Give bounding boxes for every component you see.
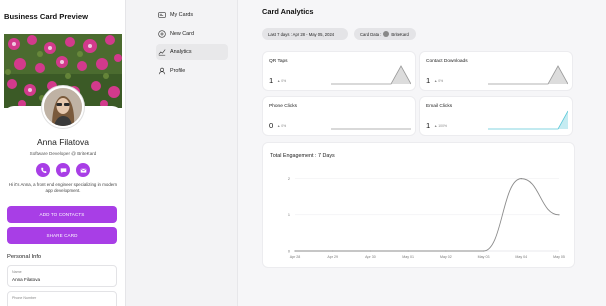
nav-label-analytics: Analytics: [170, 49, 192, 55]
engagement-chart-card: Total Engagement : 7 Days 0 1 2 Apr 28 Apr 2…: [262, 142, 575, 268]
nav-item-profile[interactable]: Profile: [156, 63, 228, 79]
sparkline: [488, 110, 568, 130]
plus-circle-icon: [158, 30, 166, 38]
y-tick-label: 1: [288, 213, 290, 217]
share-card-button[interactable]: SHARE CARD: [7, 227, 117, 244]
name-field-label: Name: [12, 270, 22, 274]
x-tick-label: May 03: [478, 255, 490, 259]
stat-value: 0: [269, 121, 274, 130]
contact-icons: [36, 163, 90, 177]
sparkline-area: [488, 111, 568, 129]
data-point: [445, 250, 447, 252]
card-icon: [158, 12, 166, 18]
chart-icon: [158, 49, 166, 56]
email-icon[interactable]: [76, 163, 90, 177]
x-tick-label: Apr 29: [327, 255, 338, 259]
card-filter-name: BriteKard: [391, 31, 409, 37]
sparkline: [488, 65, 568, 85]
stat-title: Email Clicks: [426, 104, 453, 109]
stat-change: ▲ 0%: [277, 124, 287, 128]
nav-item-analytics[interactable]: Analytics: [156, 44, 228, 60]
nav-label-my-cards: My Cards: [170, 12, 194, 18]
x-tick-label: May 04: [515, 255, 527, 259]
stat-value: 1: [426, 121, 431, 130]
phone-icon[interactable]: [36, 163, 50, 177]
data-point: [558, 214, 560, 216]
name-field-value: Anna Filatova: [12, 277, 41, 282]
personal-info-title: Personal Info: [7, 254, 42, 260]
x-tick-label: Apr 28: [290, 255, 301, 259]
nav-label-new-card: New Card: [170, 31, 194, 37]
data-point: [520, 178, 522, 180]
sparkline: [331, 128, 411, 130]
stat-title: Phone Clicks: [269, 104, 297, 109]
data-point: [332, 250, 334, 252]
nav-item-new-card[interactable]: New Card: [156, 26, 228, 42]
y-tick-label: 0: [288, 249, 290, 253]
stat-value: 1: [269, 76, 274, 85]
add-to-contacts-button[interactable]: ADD TO CONTACTS: [7, 206, 117, 223]
profile-name: Anna Filatova: [37, 137, 89, 147]
card-filter-label: Card Data :: [360, 31, 382, 37]
card-logo-icon: [383, 31, 390, 37]
data-point: [482, 250, 485, 252]
engagement-chart: 0 1 2 Apr 28 Apr 29 Apr 30 May 01 May 02 May 03 M…: [288, 177, 565, 259]
phone-field-label: Phone Number: [12, 296, 37, 300]
page-title: Card Analytics: [262, 7, 314, 16]
phone-field: Phone Number: [7, 291, 117, 306]
avatar: [42, 86, 84, 128]
card-preview-panel: Business Card Preview Anna Filatova Soft…: [0, 0, 126, 306]
nav-label-profile: Profile: [170, 68, 186, 74]
sparkline-area: [331, 66, 411, 84]
stat-card-phone-clicks: Phone Clicks 0 ▲ 0%: [262, 96, 416, 136]
sparkline-area: [488, 66, 568, 84]
x-tick-label: May 02: [440, 255, 452, 259]
analytics-main: Card Analytics Last 7 days : Apr 28 - Ma…: [237, 0, 606, 306]
stat-value: 1: [426, 76, 431, 85]
app: Business Card Preview Anna Filatova Soft…: [0, 0, 606, 306]
user-icon: [158, 67, 166, 75]
message-icon[interactable]: [56, 163, 70, 177]
stat-card-qr-taps: QR Taps 1 ▲ 0%: [262, 51, 416, 91]
stat-change: ▲ 0%: [434, 79, 444, 83]
stat-card-contact-downloads: Contact Downloads 1 ▲ 0%: [419, 51, 573, 91]
sparkline: [331, 65, 411, 85]
profile-role: Software Developer @ BriteKard: [29, 151, 97, 156]
sidebar-nav: My Cards New Card Analytics Profile: [126, 0, 236, 306]
nav-item-my-cards[interactable]: My Cards: [156, 7, 228, 23]
data-point: [369, 250, 372, 252]
stat-title: Contact Downloads: [426, 59, 468, 64]
x-tick-label: Apr 30: [365, 255, 376, 259]
y-tick-label: 2: [288, 177, 290, 181]
x-tick-label: May 01: [402, 255, 414, 259]
sparkline-line: [488, 110, 568, 130]
profile-bio: Hi it's Anna, a front end engineer speci…: [8, 182, 118, 194]
date-range-filter[interactable]: Last 7 days : Apr 28 - May 05, 2024: [262, 28, 348, 40]
stat-change: ▲ 100%: [434, 124, 447, 128]
data-point: [407, 250, 409, 252]
stat-change: ▲ 0%: [277, 79, 287, 83]
x-tick-label: May 05: [553, 255, 565, 259]
card-filter[interactable]: Card Data : BriteKard: [354, 28, 416, 40]
stat-title: QR Taps: [269, 59, 288, 64]
stat-card-email-clicks: Email Clicks 1 ▲ 100%: [419, 96, 573, 136]
preview-title: Business Card Preview: [4, 12, 88, 21]
name-field: Name Anna Filatova: [7, 265, 117, 287]
data-point: [294, 250, 296, 252]
